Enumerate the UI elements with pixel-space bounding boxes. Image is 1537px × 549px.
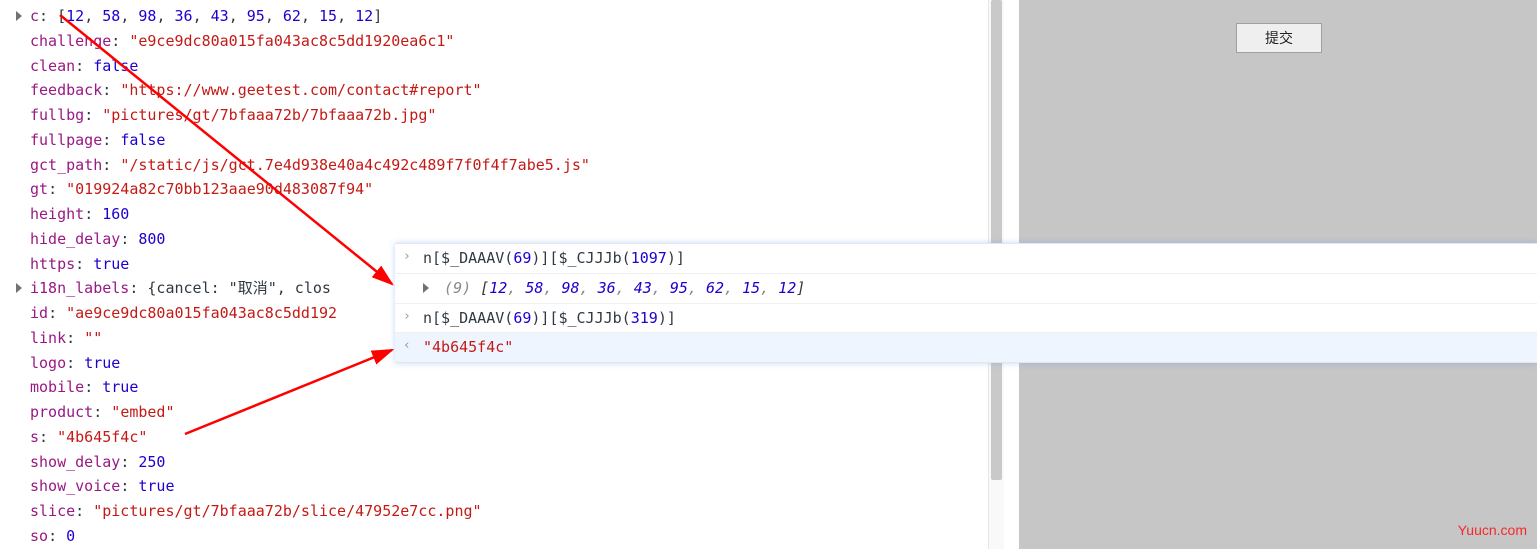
prop-row[interactable]: mobile: true (30, 375, 1004, 400)
console-input-icon: › (403, 250, 411, 263)
expand-icon[interactable] (16, 11, 22, 21)
prop-row[interactable]: gct_path: "/static/js/gct.7e4d938e40a4c4… (30, 153, 1004, 178)
prop-row[interactable]: show_delay: 250 (30, 450, 1004, 475)
prop-row[interactable]: fullpage: false (30, 128, 1004, 153)
console-output-icon: ‹ (403, 339, 411, 352)
prop-row[interactable]: s: "4b645f4c" (30, 425, 1004, 450)
prop-row[interactable]: fullbg: "pictures/gt/7bfaaa72b/7bfaaa72b… (30, 103, 1004, 128)
prop-row[interactable]: c: [12, 58, 98, 36, 43, 95, 62, 15, 12] (30, 4, 1004, 29)
console-input-icon: › (403, 310, 411, 323)
prop-row[interactable]: gt: "019924a82c70bb123aae90d483087f94" (30, 177, 1004, 202)
console-row[interactable]: › n[$_DAAAV(69)][$_CJJJb(319)] (395, 304, 1537, 334)
expand-icon[interactable] (16, 283, 22, 293)
prop-row[interactable]: feedback: "https://www.geetest.com/conta… (30, 78, 1004, 103)
prop-row[interactable]: show_voice: true (30, 474, 1004, 499)
prop-row[interactable]: clean: false (30, 54, 1004, 79)
expand-icon[interactable] (423, 283, 429, 293)
prop-row[interactable]: height: 160 (30, 202, 1004, 227)
console-row[interactable]: › n[$_DAAAV(69)][$_CJJJb(1097)] (395, 244, 1537, 274)
console-row[interactable]: ‹ "4b645f4c" (395, 333, 1537, 362)
console-output: › n[$_DAAAV(69)][$_CJJJb(1097)] (9) [12,… (395, 243, 1537, 363)
submit-button[interactable]: 提交 (1236, 23, 1322, 53)
prop-row[interactable]: slice: "pictures/gt/7bfaaa72b/slice/4795… (30, 499, 1004, 524)
prop-row[interactable]: challenge: "e9ce9dc80a015fa043ac8c5dd192… (30, 29, 1004, 54)
watermark-text: Yuucn.com (1458, 519, 1527, 542)
prop-row[interactable]: so: 0 (30, 524, 1004, 549)
console-row[interactable]: (9) [12, 58, 98, 36, 43, 95, 62, 15, 12] (395, 274, 1537, 304)
scrollbar-thumb[interactable] (991, 0, 1002, 480)
prop-row[interactable]: product: "embed" (30, 400, 1004, 425)
